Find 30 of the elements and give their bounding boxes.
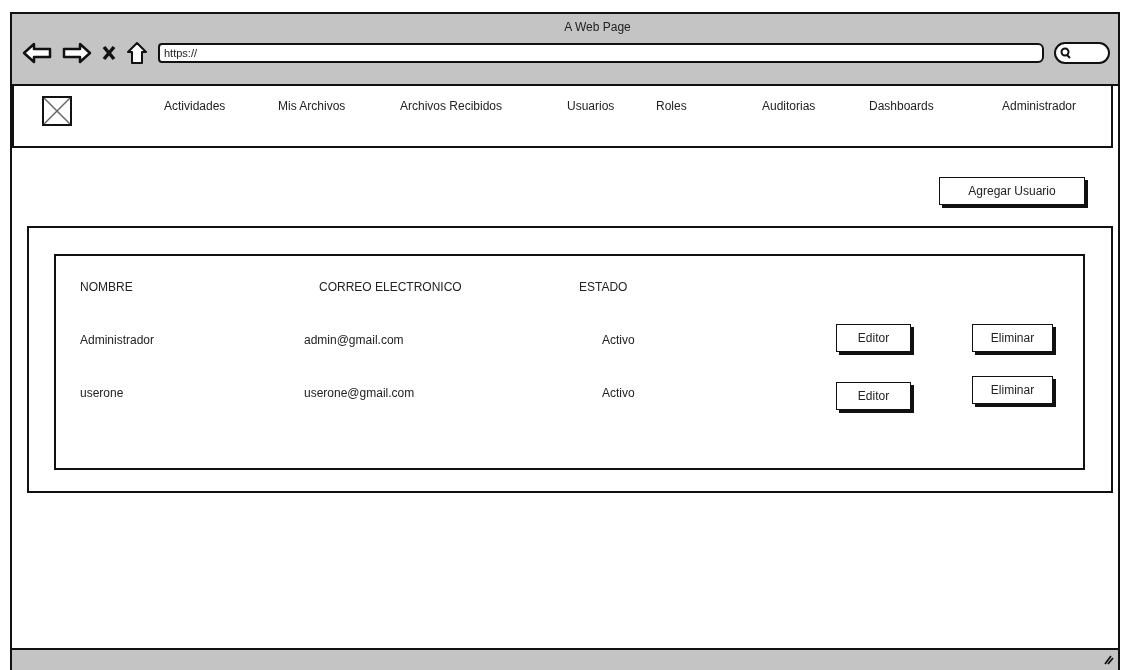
table-cell: Administrador	[80, 332, 155, 347]
column-header: CORREO ELECTRONICO	[319, 279, 462, 294]
resize-grip-icon[interactable]	[1104, 655, 1114, 665]
nav-link[interactable]: Usuarios	[567, 96, 656, 113]
table-cell: Activo	[602, 385, 635, 400]
table-cell: userone	[80, 385, 124, 400]
table-cell: userone@gmail.com	[304, 385, 415, 400]
nav-link[interactable]: Mis Archivos	[278, 96, 400, 113]
nav-link[interactable]: Actividades	[164, 96, 278, 113]
nav-link[interactable]: Archivos Recibidos	[400, 96, 567, 113]
close-icon[interactable]	[102, 45, 116, 61]
search-field[interactable]	[1054, 42, 1110, 64]
column-header: ESTADO	[579, 279, 628, 294]
back-icon[interactable]	[22, 42, 52, 64]
column-header: NOMBRE	[80, 279, 133, 294]
forward-icon[interactable]	[62, 42, 92, 64]
table-cell: Activo	[602, 332, 635, 347]
delete-button[interactable]: Eliminar	[972, 375, 1053, 404]
window-title: A Web Page	[564, 20, 631, 34]
nav-link[interactable]: Administrador	[1002, 96, 1111, 113]
edit-button[interactable]: Editor	[836, 381, 911, 410]
nav-link[interactable]: Dashboards	[869, 96, 1002, 113]
nav-link[interactable]: Auditorias	[762, 96, 869, 113]
image-placeholder-icon	[42, 96, 72, 126]
add-user-button[interactable]: Agregar Usuario	[939, 177, 1085, 205]
address-field[interactable]: https://	[158, 43, 1044, 63]
nav-link[interactable]: Roles	[656, 96, 762, 113]
delete-button[interactable]: Eliminar	[972, 323, 1053, 352]
edit-button[interactable]: Editor	[836, 323, 911, 352]
table-cell: admin@gmail.com	[304, 332, 404, 347]
